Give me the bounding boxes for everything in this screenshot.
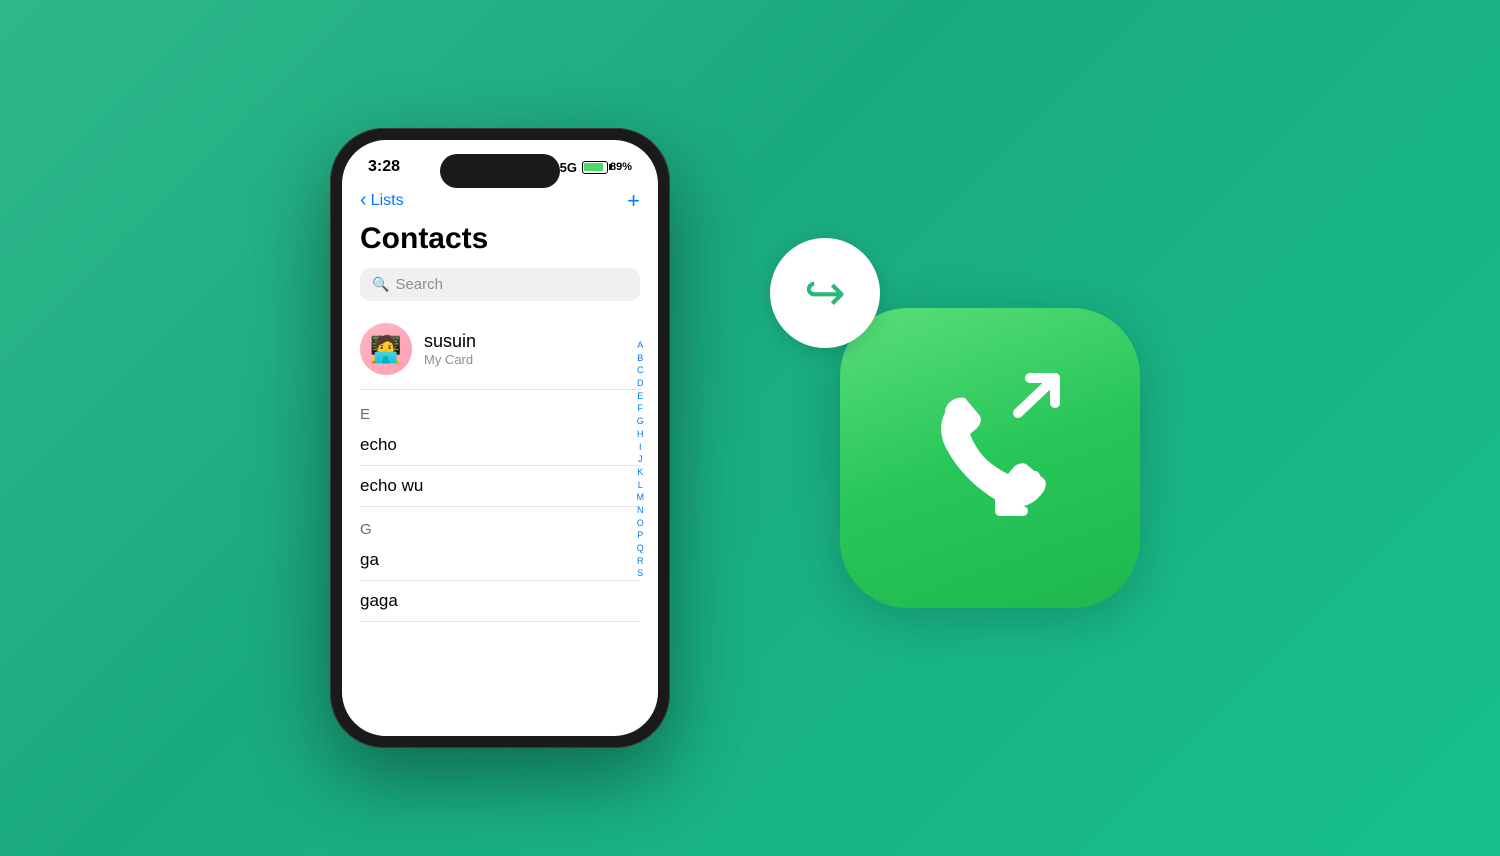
alpha-p[interactable]: P [637, 530, 645, 542]
alpha-a[interactable]: A [637, 340, 645, 352]
alpha-k[interactable]: K [637, 467, 645, 479]
alpha-m[interactable]: M [637, 492, 645, 504]
alpha-l[interactable]: L [637, 480, 645, 492]
alpha-f[interactable]: F [637, 403, 645, 415]
contact-name: echo wu [360, 476, 423, 495]
battery-icon [582, 161, 608, 174]
app-icon [840, 308, 1140, 608]
alphabet-index[interactable]: A B C D E F G H I J K L M N O P Q [637, 340, 645, 580]
back-label: Lists [371, 192, 404, 210]
contact-name: ga [360, 550, 379, 569]
add-contact-button[interactable]: + [627, 188, 640, 214]
alpha-j[interactable]: J [637, 454, 645, 466]
list-item[interactable]: ga [360, 540, 640, 581]
contact-name: gaga [360, 591, 398, 610]
battery-percent: 89% [610, 161, 632, 173]
alpha-s[interactable]: S [637, 568, 645, 580]
alpha-i[interactable]: I [637, 442, 645, 454]
search-bar[interactable]: 🔍 Search [360, 268, 640, 301]
chevron-left-icon: ‹ [360, 189, 367, 212]
alpha-g[interactable]: G [637, 416, 645, 428]
battery-container: 89% [582, 161, 632, 174]
back-button[interactable]: ‹ Lists [360, 190, 404, 212]
my-card-row[interactable]: 🧑‍💻 susuin My Card [360, 317, 640, 390]
section-header-g: G [360, 515, 640, 540]
alpha-n[interactable]: N [637, 505, 645, 517]
app-icon-area: ↩ [750, 218, 1170, 638]
reply-circle: ↩ [770, 238, 880, 348]
contacts-content: Contacts 🔍 Search 🧑‍💻 susuin My Card [342, 222, 658, 622]
my-card-name: susuin [424, 331, 476, 352]
my-card-subtitle: My Card [424, 352, 476, 367]
search-icon: 🔍 [372, 276, 389, 293]
status-time: 3:28 [368, 158, 400, 176]
page-title: Contacts [360, 222, 640, 256]
network-label: 5G [560, 160, 577, 175]
dynamic-island [440, 154, 560, 188]
alpha-o[interactable]: O [637, 518, 645, 530]
phone-with-arrows-icon [890, 358, 1090, 558]
alpha-q[interactable]: Q [637, 543, 645, 555]
alpha-h[interactable]: H [637, 429, 645, 441]
nav-bar: ‹ Lists + [342, 184, 658, 222]
alpha-c[interactable]: C [637, 365, 645, 377]
contact-name: echo [360, 435, 397, 454]
section-header-e: E [360, 400, 640, 425]
list-item[interactable]: gaga [360, 581, 640, 622]
list-item[interactable]: echo wu [360, 466, 640, 507]
list-item[interactable]: echo [360, 425, 640, 466]
reply-arrow-icon: ↩ [804, 264, 846, 322]
alpha-d[interactable]: D [637, 378, 645, 390]
alpha-r[interactable]: R [637, 556, 645, 568]
phone-mockup: 3:28 5G 89% [330, 128, 670, 748]
search-placeholder: Search [395, 276, 443, 293]
avatar: 🧑‍💻 [360, 323, 412, 375]
scene: 3:28 5G 89% [0, 0, 1500, 856]
alpha-e[interactable]: E [637, 391, 645, 403]
my-card-info: susuin My Card [424, 331, 476, 367]
alpha-b[interactable]: B [637, 353, 645, 365]
